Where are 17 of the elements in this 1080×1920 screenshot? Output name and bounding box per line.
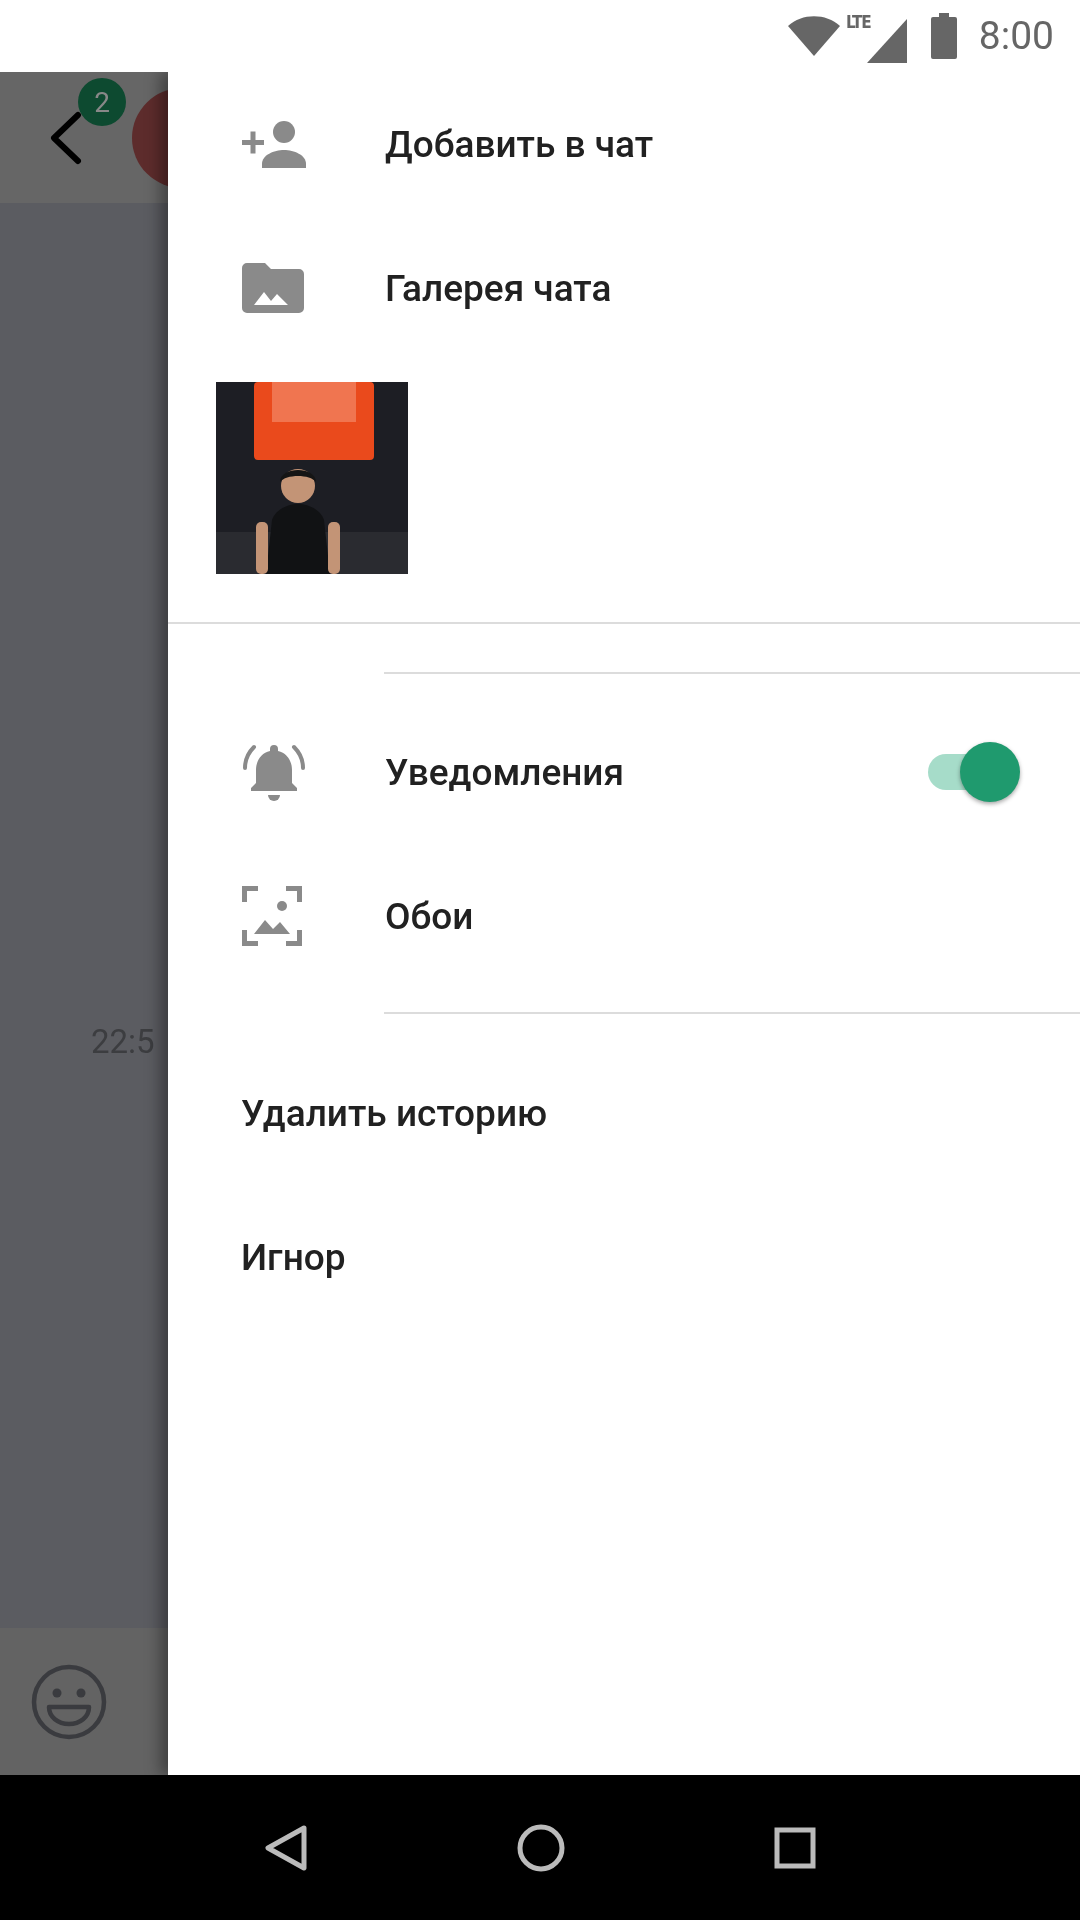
network-type-label: LTE xyxy=(845,12,871,32)
recent-apps-button[interactable] xyxy=(774,1826,816,1869)
home-button[interactable] xyxy=(516,1822,566,1873)
wifi-icon xyxy=(787,16,840,56)
menu-item-label[interactable]: Обои xyxy=(385,894,1020,938)
clock-time: 8:00 xyxy=(978,13,1054,59)
menu-item-label[interactable]: Добавить в чат xyxy=(385,122,1020,166)
unread-badge: 2 xyxy=(78,78,126,126)
menu-item-label[interactable]: Уведомления xyxy=(385,750,924,794)
battery-icon xyxy=(930,13,957,59)
wallpaper-icon xyxy=(242,886,302,946)
add-person-icon xyxy=(242,120,306,168)
back-button[interactable] xyxy=(264,1823,308,1872)
menu-item-label[interactable]: Игнор xyxy=(241,1235,1020,1279)
image-folder-icon xyxy=(242,263,304,313)
menu-item-label[interactable]: Удалить историю xyxy=(241,1091,1020,1135)
menu-item-label[interactable]: Галерея чата xyxy=(385,266,1020,310)
